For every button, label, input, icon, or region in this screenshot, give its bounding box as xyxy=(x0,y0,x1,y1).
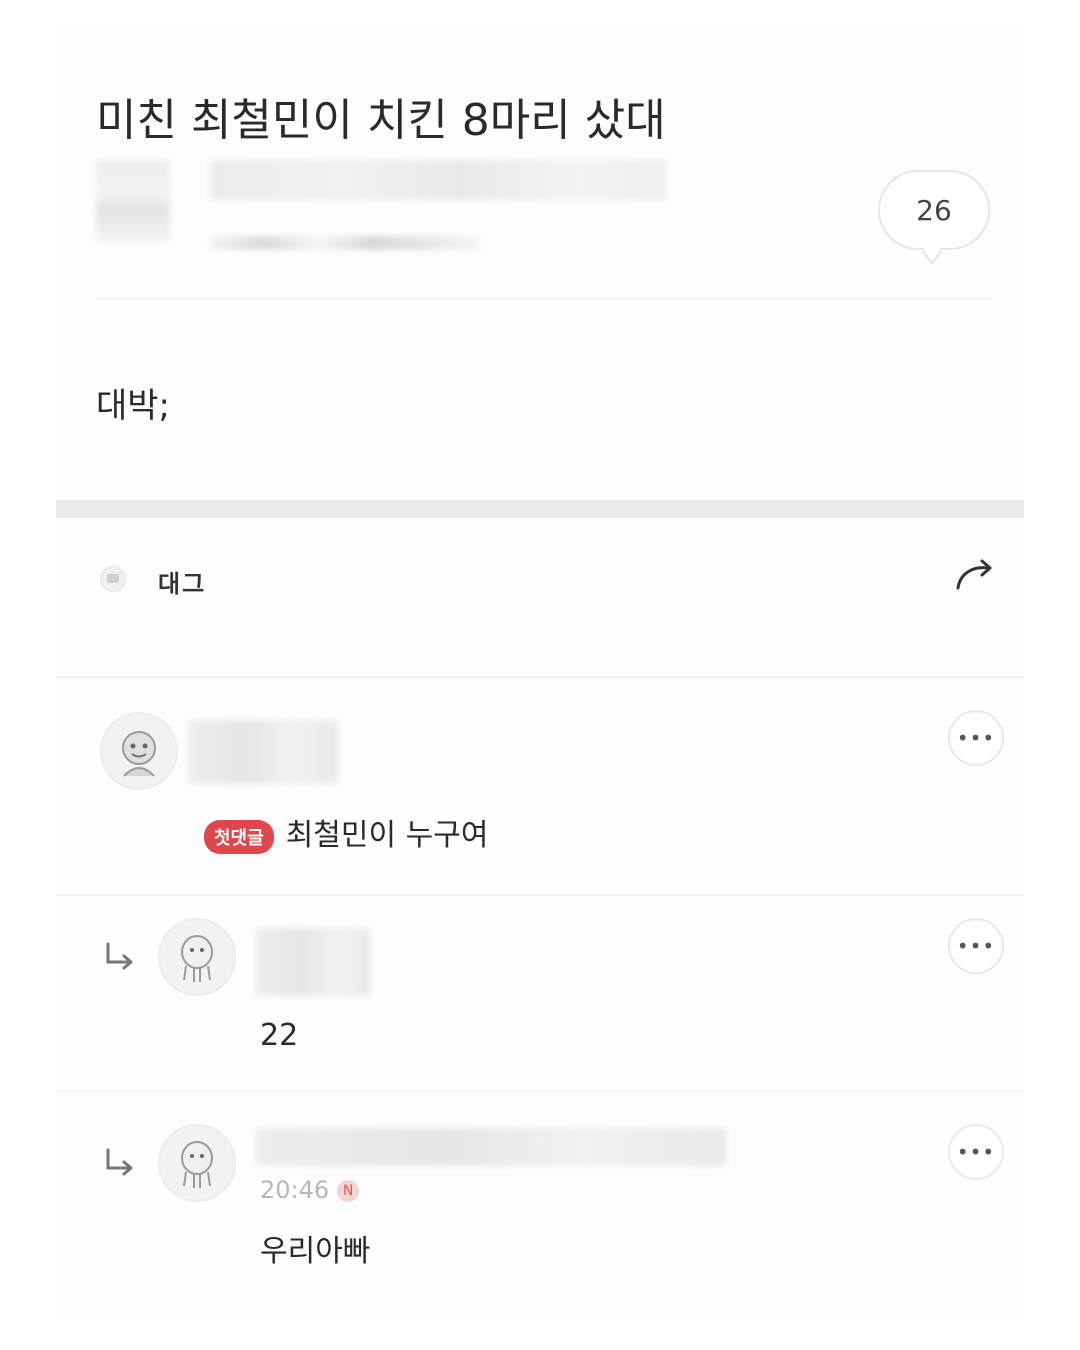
avatar[interactable] xyxy=(158,1124,236,1202)
more-options-button[interactable]: ••• xyxy=(948,710,1004,766)
new-badge: N xyxy=(337,1180,360,1202)
first-comment-badge: 첫댓글 xyxy=(204,819,274,854)
comment-text: 첫댓글 최철민이 누구여 xyxy=(204,810,488,854)
comments-header: 대그 xyxy=(56,520,1024,676)
author-meta-redacted xyxy=(210,236,480,250)
author-name-redacted xyxy=(210,160,666,200)
author-avatar xyxy=(96,160,170,242)
page: 미친 최철민이 치킨 8마리 샀대 26 대박; 대그 ••• 첫댓글 최철민이 … xyxy=(0,0,1080,1350)
avatar[interactable] xyxy=(158,918,236,996)
share-icon[interactable] xyxy=(952,556,1000,596)
reply-arrow-icon xyxy=(106,942,133,970)
comment-count-button[interactable]: 26 xyxy=(878,170,990,250)
commenter-name-redacted xyxy=(256,1128,726,1166)
post-body: 대박; xyxy=(96,386,171,426)
post-title: 미친 최철민이 치킨 8마리 샀대 xyxy=(96,95,666,146)
section-separator xyxy=(56,500,1024,518)
comments-divider xyxy=(56,676,1024,678)
commenter-name-redacted xyxy=(256,928,370,996)
comment-body: 최철민이 누구여 xyxy=(285,818,489,853)
avatar[interactable] xyxy=(100,712,178,790)
row-divider xyxy=(56,1090,1024,1092)
reply-arrow-icon xyxy=(106,1148,133,1176)
more-options-button[interactable]: ••• xyxy=(948,918,1004,974)
row-divider xyxy=(56,894,1024,896)
ellipsis-icon: ••• xyxy=(956,1140,996,1164)
character-avatar-icon xyxy=(181,1141,213,1188)
comments-header-label: 대그 xyxy=(158,570,207,598)
comment-count: 26 xyxy=(916,193,952,227)
character-avatar-icon xyxy=(181,935,213,982)
timestamp-text: 20:46 xyxy=(260,1176,330,1204)
comment-body: 22 xyxy=(260,1018,299,1053)
header-divider xyxy=(96,298,992,300)
comment-body: 우리아빠 xyxy=(260,1234,371,1269)
more-options-button[interactable]: ••• xyxy=(948,1124,1004,1180)
comment-icon xyxy=(100,566,126,592)
ellipsis-icon: ••• xyxy=(956,934,996,958)
ellipsis-icon: ••• xyxy=(956,726,996,750)
comment-timestamp: 20:46 N xyxy=(260,1176,360,1204)
character-avatar-icon xyxy=(122,731,156,777)
commenter-name-redacted xyxy=(188,720,338,784)
